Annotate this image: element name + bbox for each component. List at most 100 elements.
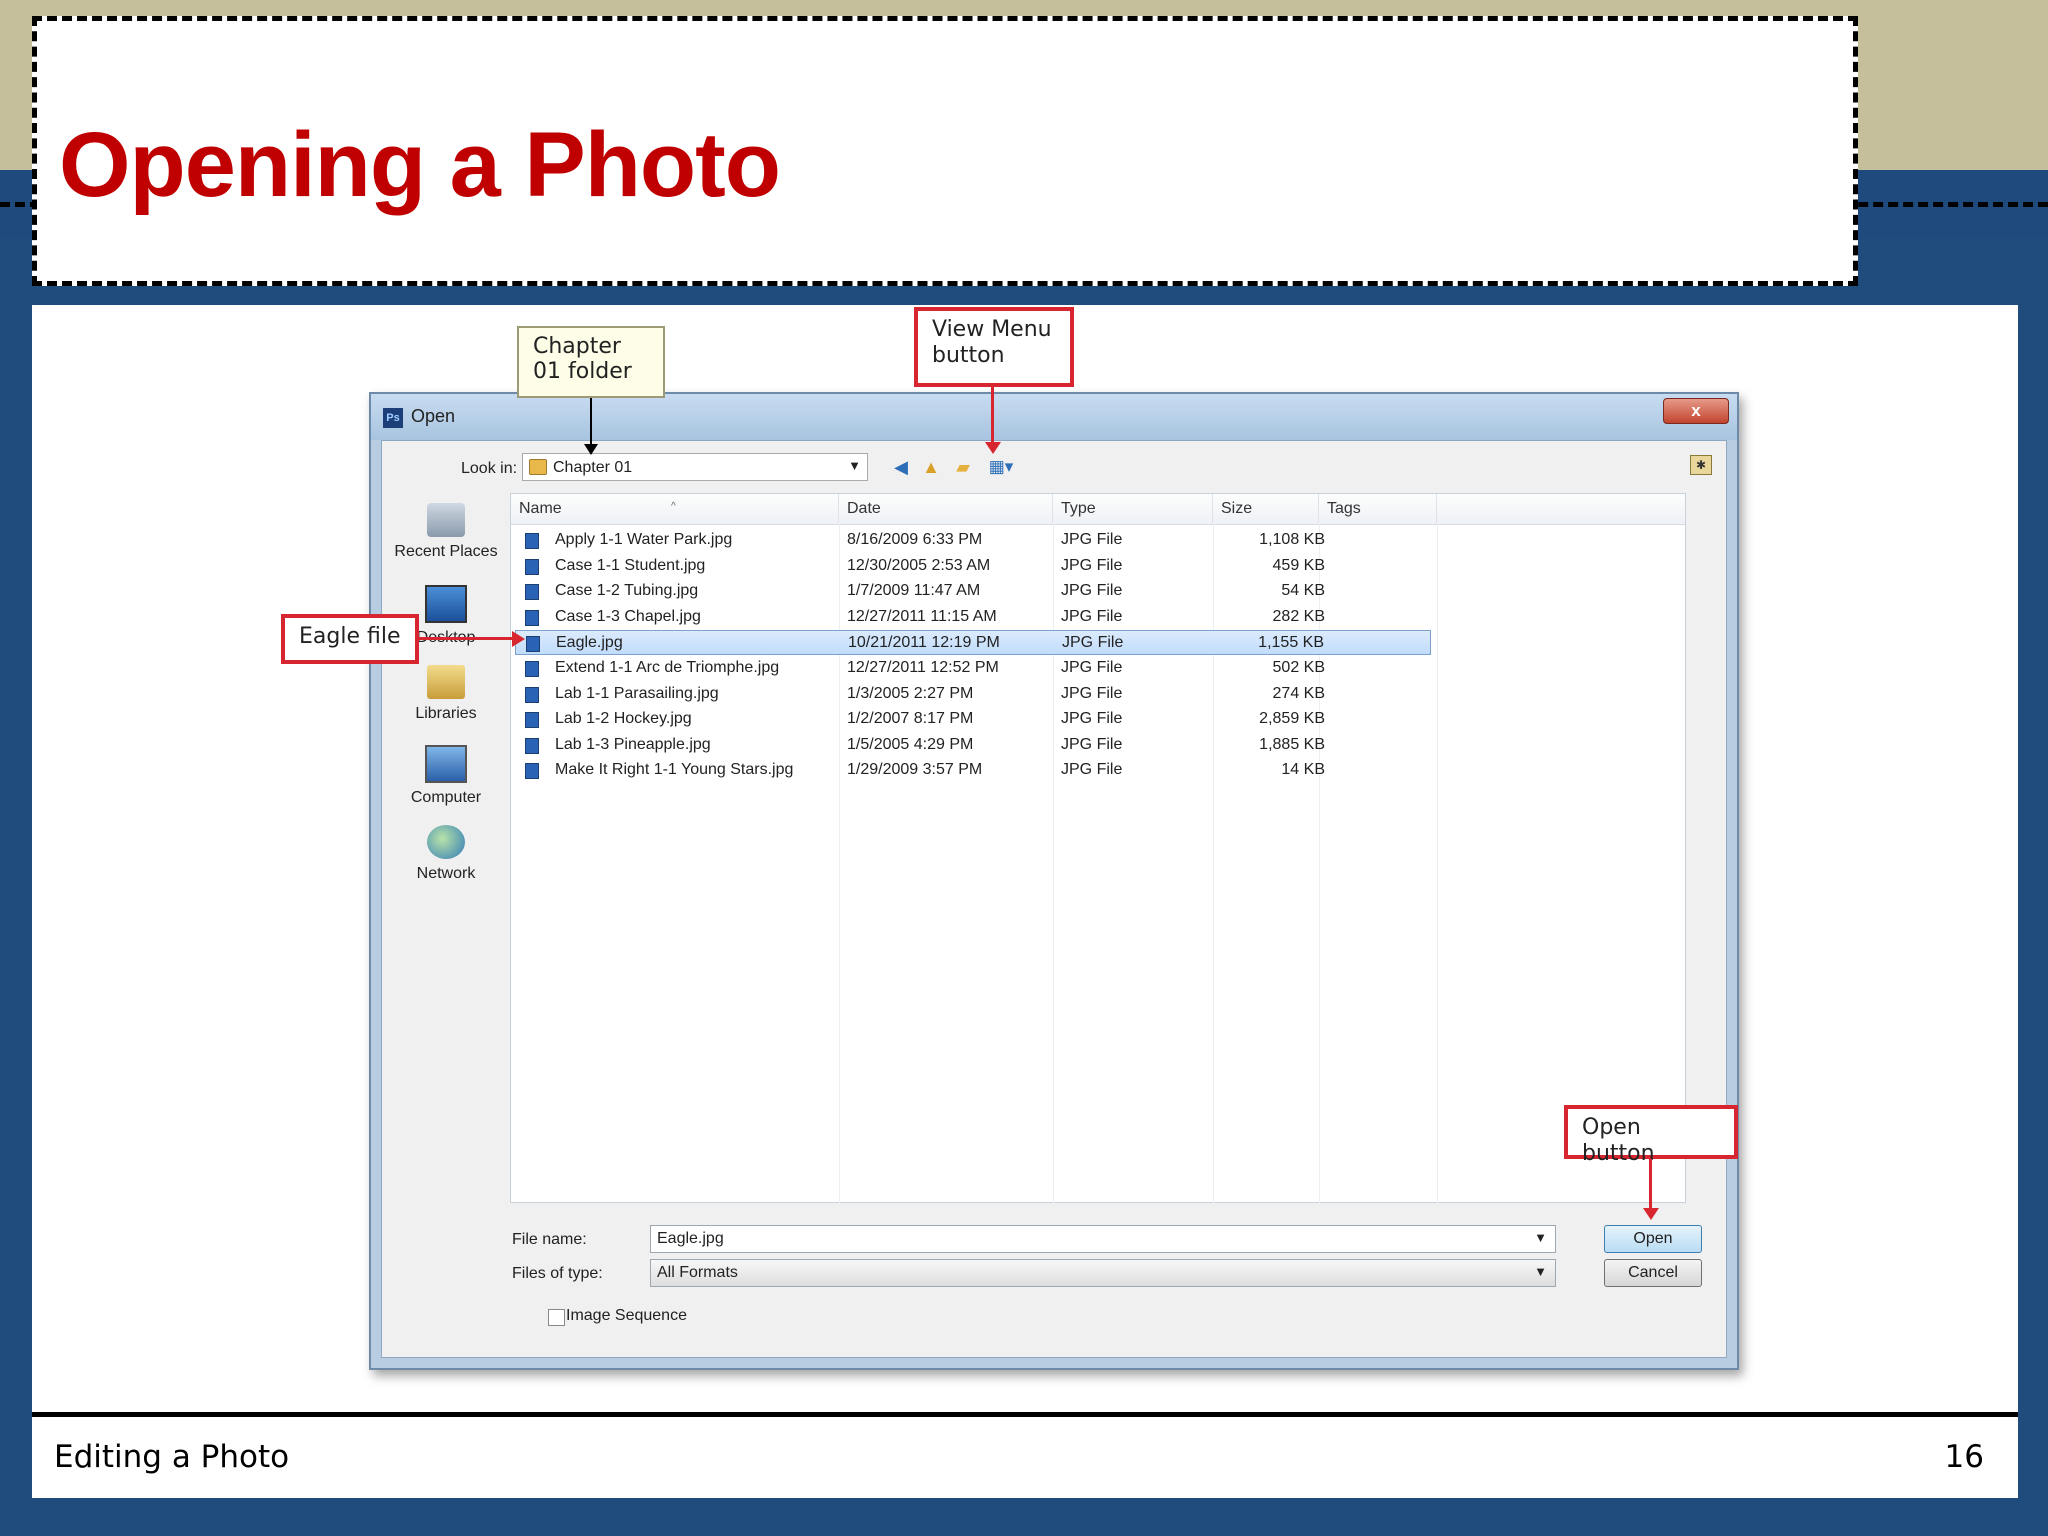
slide-footer: Editing a Photo 16 [32,1412,2018,1498]
file-type-cell: JPG File [1061,607,1123,625]
place-label: Computer [410,789,482,806]
column-header-date[interactable]: Date [839,494,1053,524]
jpg-file-icon [525,661,539,677]
arrow-down-icon [985,442,1001,454]
sort-ascending-icon: ^ [671,501,676,512]
file-size-cell: 2,859 KB [1259,710,1325,728]
callout-connector [419,637,515,640]
file-type-cell: JPG File [1061,710,1123,728]
file-type-cell: JPG File [1062,634,1124,652]
close-button[interactable]: x [1663,398,1729,424]
jpg-file-icon [525,763,539,780]
jpg-file-icon [525,533,539,549]
file-name-cell: Apply 1-1 Water Park.jpg [555,531,733,548]
column-header-type[interactable]: Type [1053,494,1213,524]
jpg-file-icon [525,712,539,729]
view-menu-icon[interactable]: ▦▾ [985,456,1017,478]
file-type-cell: JPG File [1061,761,1123,779]
file-row[interactable]: Case 1-2 Tubing.jpg 1/7/2009 11:47 AM JPG … [515,579,1431,604]
file-name-cell: Make It Right 1-1 Young Stars.jpg [555,761,794,779]
cancel-button[interactable]: Cancel [1604,1259,1702,1287]
file-row[interactable]: Case 1-1 Student.jpg 12/30/2005 2:53 AM JP… [515,554,1431,579]
jpg-file-icon [525,558,539,575]
libraries-icon [427,665,465,699]
photoshop-icon: Ps [383,408,403,428]
back-arrow-icon[interactable]: ◀ [890,456,912,478]
jpg-file-icon [526,636,540,653]
chevron-down-icon[interactable]: ▼ [848,458,861,473]
file-name-cell: Lab 1-3 Pineapple.jpg [555,735,711,753]
jpg-file-icon [525,686,539,703]
file-size-cell: 502 KB [1272,659,1325,676]
look-in-dropdown[interactable]: Chapter 01 ▼ [522,453,868,481]
column-header-name[interactable]: Name ^ [511,494,839,524]
file-date-cell: 12/30/2005 2:53 AM [847,556,991,574]
file-size-cell: 459 KB [1272,556,1325,574]
dialog-title: Open [411,406,456,426]
file-type-cell: JPG File [1061,582,1123,600]
file-name-cell: Lab 1-1 Parasailing.jpg [555,684,719,702]
place-network[interactable]: Network [382,825,510,883]
dialog-body: Look in: Chapter 01 ▼ ◀ ▲ ▰ ▦▾ ✱ Recent … [381,440,1727,1358]
file-size-cell: 1,155 KB [1258,634,1324,652]
file-date-cell: 1/2/2007 8:17 PM [847,710,974,728]
place-libraries[interactable]: Libraries [382,665,510,723]
file-row[interactable]: Make It Right 1-1 Young Stars.jpg 1/29/20… [515,758,1431,783]
chevron-down-icon[interactable]: ▼ [1534,1264,1547,1279]
file-name-label: File name: [512,1231,587,1248]
new-folder-icon[interactable]: ▰ [952,456,974,478]
file-date-cell: 1/5/2005 4:29 PM [847,735,974,753]
column-divider [1437,524,1438,1204]
file-row[interactable]: Apply 1-1 Water Park.jpg 8/16/2009 6:33 P… [515,528,1431,553]
file-row[interactable]: Case 1-3 Chapel.jpg 12/27/2011 11:15 AM JP… [515,605,1431,630]
file-name-input[interactable]: Eagle.jpg ▼ [650,1225,1556,1253]
place-recent-places[interactable]: Recent Places [382,503,510,561]
page-number: 16 [1944,1439,1984,1475]
callout-connector [1649,1159,1652,1211]
image-sequence-label: Image Sequence [566,1307,687,1324]
file-type-cell: JPG File [1061,735,1123,753]
file-row[interactable]: Eagle.jpg 10/21/2011 12:19 PM JPG File 1,15… [515,630,1431,656]
files-of-type-select[interactable]: All Formats ▼ [650,1259,1556,1287]
jpg-file-icon [525,609,539,626]
file-size-cell: 14 KB [1281,761,1325,779]
file-size-cell: 1,108 KB [1259,531,1325,548]
column-header-size[interactable]: Size [1213,494,1319,524]
file-date-cell: 1/3/2005 2:27 PM [847,684,974,702]
file-row[interactable]: Lab 1-2 Hockey.jpg 1/2/2007 8:17 PM JPG Fi… [515,707,1431,732]
file-row[interactable]: Extend 1-1 Arc de Triomphe.jpg 12/27/2011… [515,656,1431,681]
file-row[interactable]: Lab 1-1 Parasailing.jpg 1/3/2005 2:27 PM J… [515,682,1431,707]
file-date-cell: 8/16/2009 6:33 PM [847,531,983,548]
place-computer[interactable]: Computer [382,745,510,807]
file-name-cell: Eagle.jpg [556,634,623,652]
file-name-cell: Lab 1-2 Hockey.jpg [555,710,692,728]
image-sequence-checkbox[interactable] [548,1309,565,1326]
file-date-cell: 12/27/2011 12:52 PM [847,659,999,676]
places-bar: Recent Places Desktop Libraries Computer… [382,493,510,893]
network-icon [427,825,465,859]
column-header-tags[interactable]: Tags [1319,494,1437,524]
file-type-cell: JPG File [1061,684,1123,702]
slide-title: Opening a Photo [59,114,781,216]
open-dialog: Ps Open x Look in: Chapter 01 ▼ ◀ ▲ ▰ ▦▾… [369,392,1739,1370]
arrow-down-icon [1643,1208,1659,1220]
jpg-file-icon [525,737,539,754]
up-folder-icon[interactable]: ▲ [920,456,942,478]
arrow-right-icon [512,631,525,647]
recent-places-icon [427,503,465,537]
dialog-titlebar: Ps Open x [371,394,1737,440]
footer-text: Editing a Photo [54,1439,290,1475]
desktop-icon [425,585,467,623]
file-date-cell: 1/7/2009 11:47 AM [847,582,981,600]
place-label: Libraries [415,705,477,722]
folder-options-icon[interactable]: ✱ [1690,455,1712,475]
callout-connector [590,398,592,446]
open-button[interactable]: Open [1604,1225,1702,1253]
file-type-cell: JPG File [1061,659,1123,676]
folder-icon [529,459,547,475]
callout-chapter-folder: Chapter 01 folder [517,326,665,398]
file-list: Name ^ Date Type Size Tags Apply 1-1 Wat… [510,493,1686,1204]
file-name-cell: Case 1-3 Chapel.jpg [555,607,701,625]
file-row[interactable]: Lab 1-3 Pineapple.jpg 1/5/2005 4:29 PM JPG… [515,733,1431,758]
chevron-down-icon[interactable]: ▼ [1534,1230,1547,1245]
